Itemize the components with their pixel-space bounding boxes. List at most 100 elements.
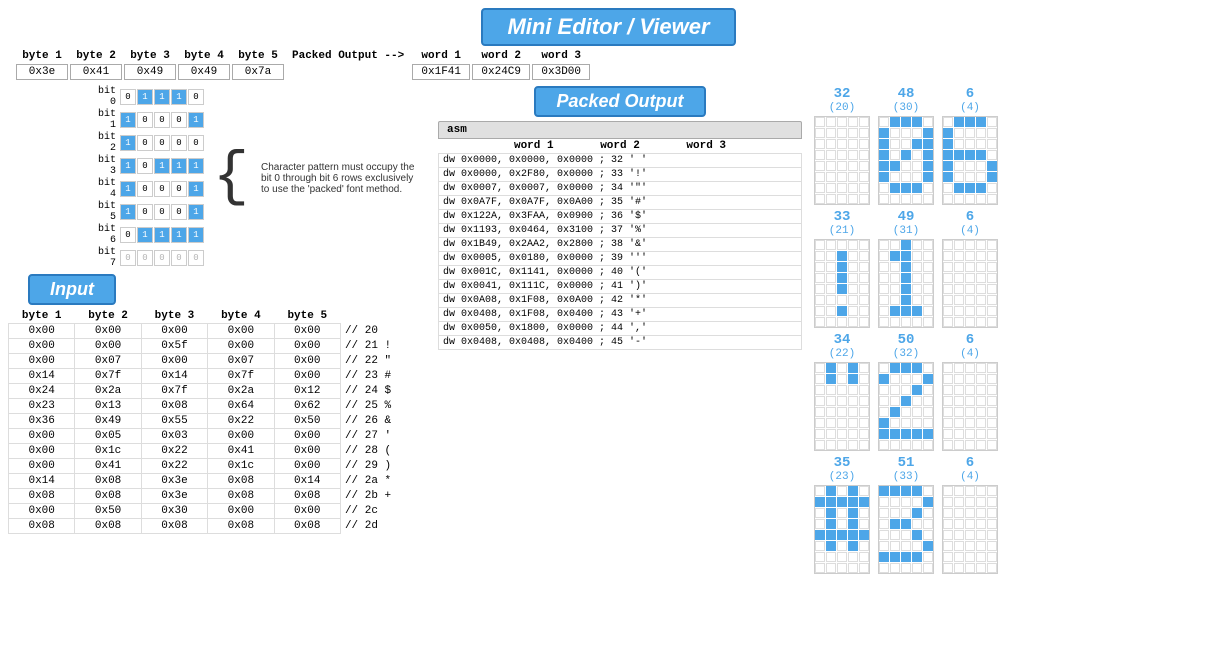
pixel-1-0-4-2	[901, 161, 911, 171]
pixel-1-1-4-3	[912, 284, 922, 294]
pixel-2-3-1-0	[943, 497, 953, 507]
bit-cell-r7-c2[interactable]: 0	[154, 250, 170, 266]
output-cell-10: dw 0x0A08, 0x1F08, 0x0A00 ; 42 '*'	[439, 294, 802, 308]
output-table-row-0: dw 0x0000, 0x0000, 0x0000 ; 32 ' '	[439, 154, 802, 168]
bit-cell-r1-c2[interactable]: 0	[154, 112, 170, 128]
bit-cell-r6-c1[interactable]: 1	[137, 227, 153, 243]
bit-cell-r5-c3[interactable]: 0	[171, 204, 187, 220]
bit-cell-r3-c1[interactable]: 0	[137, 158, 153, 174]
char-col-1: 48(30)49(31)50(32)51(33)	[878, 86, 934, 641]
pixel-0-1-5-3	[848, 295, 858, 305]
bit-cell-r5-c0[interactable]: 1	[120, 204, 136, 220]
pixel-0-0-7-3	[848, 194, 858, 204]
char-item-1-0: 48(30)	[878, 86, 934, 205]
pixel-0-0-3-2	[837, 150, 847, 160]
pixel-0-0-0-0	[815, 117, 825, 127]
pixel-0-0-5-4	[859, 172, 869, 182]
bit-cell-r2-c1[interactable]: 0	[137, 135, 153, 151]
char-sublabel-1-1: (31)	[893, 225, 919, 237]
pixel-0-1-6-1	[826, 306, 836, 316]
bit-cell-r5-c4[interactable]: 1	[188, 204, 204, 220]
pixel-0-0-1-4	[859, 128, 869, 138]
bit-cell-r5-c1[interactable]: 0	[137, 204, 153, 220]
asm-tab[interactable]: asm	[438, 121, 802, 139]
bit-cell-r5-c2[interactable]: 0	[154, 204, 170, 220]
pixel-0-2-1-3	[848, 374, 858, 384]
bit-cell-r0-c4[interactable]: 0	[188, 89, 204, 105]
bit-grid-section: bit 001110bit 110001bit 210000bit 310111…	[88, 86, 422, 270]
bit-cell-r0-c2[interactable]: 1	[154, 89, 170, 105]
bit-cell-r4-c1[interactable]: 0	[137, 181, 153, 197]
pixel-0-1-3-0	[815, 273, 825, 283]
bit-cell-r6-c2[interactable]: 1	[154, 227, 170, 243]
bit-row-label-7: bit 7	[88, 247, 120, 269]
bit-cell-r1-c3[interactable]: 0	[171, 112, 187, 128]
input-cell-r11-c3: 0x08	[208, 489, 274, 504]
bit-cell-r6-c4[interactable]: 1	[188, 227, 204, 243]
bit-cell-r2-c0[interactable]: 1	[120, 135, 136, 151]
bit-cell-r1-c0[interactable]: 1	[120, 112, 136, 128]
input-cell-r9-c0: 0x00	[9, 459, 75, 474]
pixel-1-0-7-4	[923, 194, 933, 204]
pixel-0-1-3-1	[826, 273, 836, 283]
bit-cell-r6-c3[interactable]: 1	[171, 227, 187, 243]
pixel-2-1-1-0	[943, 251, 953, 261]
pixel-1-3-3-1	[890, 519, 900, 529]
input-cell-r1-c1: 0x00	[75, 339, 141, 354]
bit-cell-r4-c0[interactable]: 1	[120, 181, 136, 197]
pixel-2-2-0-3	[976, 363, 986, 373]
pixel-2-0-2-2	[965, 139, 975, 149]
pixel-1-2-7-1	[890, 440, 900, 450]
input-table-scroll[interactable]: byte 1 byte 2 byte 3 byte 4 byte 5 0x000…	[8, 309, 422, 534]
bit-cell-r0-c0[interactable]: 0	[120, 89, 136, 105]
char-item-0-3: 35(23)	[814, 455, 870, 574]
output-cell-0: dw 0x0000, 0x0000, 0x0000 ; 32 ' '	[439, 154, 802, 168]
bit-cell-r7-c1[interactable]: 0	[137, 250, 153, 266]
input-table-row-7: 0x000x050x030x000x00// 27 '	[9, 429, 422, 444]
bit-cell-r3-c2[interactable]: 1	[154, 158, 170, 174]
bit-cell-r2-c3[interactable]: 0	[171, 135, 187, 151]
pixel-0-0-0-3	[848, 117, 858, 127]
bit-cell-r2-c4[interactable]: 0	[188, 135, 204, 151]
bit-cell-r0-c1[interactable]: 1	[137, 89, 153, 105]
pixel-1-1-3-0	[879, 273, 889, 283]
bit-cell-r4-c3[interactable]: 0	[171, 181, 187, 197]
input-table-row-1: 0x000x000x5f0x000x00// 21 !	[9, 339, 422, 354]
char-item-1-3: 51(33)	[878, 455, 934, 574]
input-cell-r11-c0: 0x08	[9, 489, 75, 504]
input-cell-r0-c3: 0x00	[208, 324, 274, 339]
input-th-comment	[340, 309, 421, 324]
pixel-2-2-4-3	[976, 407, 986, 417]
char-item-0-2: 34(22)	[814, 332, 870, 451]
bit-cell-r7-c4[interactable]: 0	[188, 250, 204, 266]
bit-cell-r2-c2[interactable]: 0	[154, 135, 170, 151]
pixel-0-3-7-1	[826, 563, 836, 573]
bit-cell-r3-c0[interactable]: 1	[120, 158, 136, 174]
pixel-2-2-0-1	[954, 363, 964, 373]
byte-col-label-5: byte 5	[232, 50, 284, 62]
input-cell-r0-c4: 0x00	[274, 324, 340, 339]
bit-cell-r4-c2[interactable]: 0	[154, 181, 170, 197]
bit-cell-r1-c1[interactable]: 0	[137, 112, 153, 128]
pixel-1-3-3-2	[901, 519, 911, 529]
pixel-1-1-3-1	[890, 273, 900, 283]
input-cell-r4-c1: 0x2a	[75, 384, 141, 399]
input-table-row-4: 0x240x2a0x7f0x2a0x12// 24 $	[9, 384, 422, 399]
pixel-2-2-1-4	[987, 374, 997, 384]
pixel-2-3-4-2	[965, 530, 975, 540]
char-sublabel-2-3: (4)	[960, 471, 980, 483]
bit-cell-r3-c4[interactable]: 1	[188, 158, 204, 174]
bit-cell-r7-c0[interactable]: 0	[120, 250, 136, 266]
bit-cell-r7-c3[interactable]: 0	[171, 250, 187, 266]
bit-rows: bit 001110bit 110001bit 210000bit 310111…	[88, 86, 205, 270]
pixel-0-0-3-3	[848, 150, 858, 160]
bit-cell-r6-c0[interactable]: 0	[120, 227, 136, 243]
output-table: word 1 word 2 word 3 dw 0x0000, 0x0000, …	[438, 139, 802, 350]
bit-cell-r0-c3[interactable]: 1	[171, 89, 187, 105]
pixel-0-0-3-4	[859, 150, 869, 160]
output-table-scroll[interactable]: word 1 word 2 word 3 dw 0x0000, 0x0000, …	[438, 139, 802, 350]
bit-cell-r3-c3[interactable]: 1	[171, 158, 187, 174]
pixel-0-2-6-2	[837, 429, 847, 439]
bit-cell-r1-c4[interactable]: 1	[188, 112, 204, 128]
bit-cell-r4-c4[interactable]: 1	[188, 181, 204, 197]
